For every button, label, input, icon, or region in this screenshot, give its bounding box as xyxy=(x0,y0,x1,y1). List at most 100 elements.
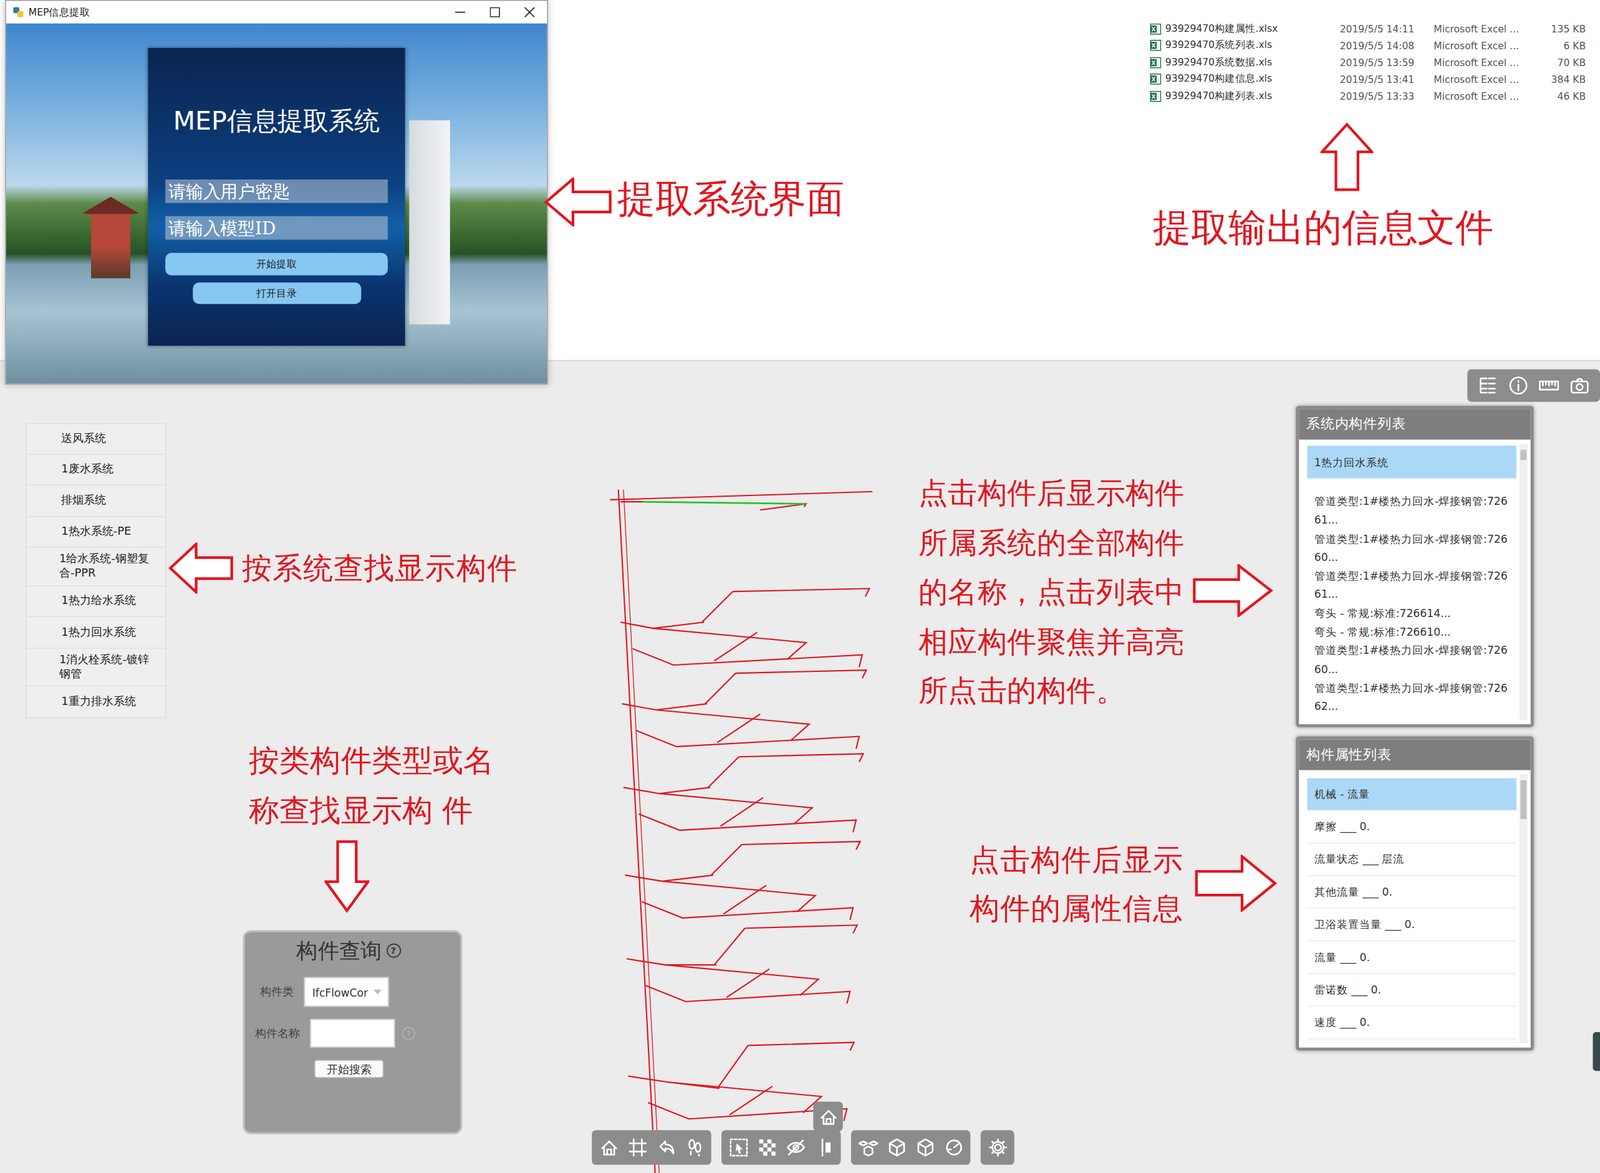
toolbar-button[interactable] xyxy=(910,1132,939,1163)
file-date: 2019/5/5 14:11 xyxy=(1339,23,1435,35)
system-item[interactable]: 1废水系统 xyxy=(25,454,167,486)
component-text: 管道类型:1#楼热力回水-焊接钢管:72661... xyxy=(1314,495,1508,527)
file-size: 46 KB xyxy=(1537,90,1586,102)
arrow-up-icon xyxy=(1320,122,1374,192)
toolbar-button[interactable] xyxy=(1567,374,1592,398)
file-row[interactable]: 93929470构建列表.xls2019/5/5 13:33Microsoft … xyxy=(1149,87,1591,105)
system-item[interactable]: 1热水系统-PE xyxy=(25,516,167,549)
cube-icon xyxy=(886,1137,907,1159)
key-input[interactable] xyxy=(165,179,388,204)
toolbar-button[interactable] xyxy=(680,1132,709,1163)
property-item[interactable]: 流量 ___ 0. xyxy=(1306,941,1516,974)
toolbar-button[interactable] xyxy=(623,1132,651,1163)
property-text: 流量 ___ 0. xyxy=(1314,950,1370,965)
toolbar-button[interactable] xyxy=(753,1132,781,1163)
property-item[interactable]: 流量状态 ___ 层流 xyxy=(1306,843,1516,877)
toolbar-group xyxy=(721,1130,841,1166)
system-item[interactable]: 1消火栓系统-镀锌钢管 xyxy=(25,648,167,688)
toolbar-button[interactable] xyxy=(1505,374,1531,398)
model-id-input[interactable] xyxy=(165,216,388,241)
component-item[interactable]: 管道类型:1#楼热力回水-焊接钢管:72660... xyxy=(1306,529,1516,567)
toolbar-button[interactable] xyxy=(939,1132,968,1163)
component-item[interactable]: 弯头 - 常规:标准:726610... xyxy=(1306,622,1516,641)
component-text: 管道类型:1#楼热力回水-焊接钢管:72660... xyxy=(1314,532,1508,564)
component-item[interactable]: 管道类型:1#楼热力回水-焊接钢管:72661... xyxy=(1306,491,1516,530)
component-item[interactable]: 管道类型:1#楼热力回水-焊接钢管:72660... xyxy=(1306,640,1516,679)
file-row[interactable]: 93929470构建属性.xlsx2019/5/5 14:11Microsoft… xyxy=(1149,20,1591,38)
class-label: 构件类 xyxy=(245,984,305,1001)
property-item[interactable]: 其他流量 ___ 0. xyxy=(1306,876,1516,910)
python-icon xyxy=(12,6,25,19)
property-item[interactable]: 摩擦 ___ 0. xyxy=(1306,811,1516,844)
property-item[interactable]: 卫浴装置当量 ___ 0. xyxy=(1306,909,1516,942)
search-button[interactable]: 开始搜索 xyxy=(314,1060,384,1079)
system-item[interactable]: 1热力回水系统 xyxy=(25,617,167,649)
bottom-toolbar xyxy=(591,1130,1015,1166)
toolbar-button[interactable] xyxy=(854,1132,882,1163)
app-heading: MEP信息提取系统 xyxy=(173,105,380,138)
toolbar-group xyxy=(851,1130,971,1166)
name-input[interactable] xyxy=(309,1019,395,1049)
file-date: 2019/5/5 13:33 xyxy=(1339,90,1435,102)
system-item[interactable]: 1给水系统-钢塑复合-PPR xyxy=(25,548,167,587)
excel-file-icon xyxy=(1149,56,1162,68)
ruler-icon xyxy=(1538,375,1560,396)
component-text: 1热力回水系统 xyxy=(1314,452,1389,472)
toolbar-button[interactable] xyxy=(983,1132,1012,1163)
arrow-left-icon xyxy=(168,543,234,595)
minimize-button[interactable] xyxy=(442,6,478,17)
minimize-icon xyxy=(455,6,466,17)
component-item[interactable]: 1热力回水系统 xyxy=(1306,445,1516,479)
close-button[interactable] xyxy=(512,6,548,17)
file-type: Microsoft Excel ... xyxy=(1433,56,1538,68)
toolbar-button[interactable] xyxy=(1537,374,1562,398)
scrollbar[interactable] xyxy=(1519,443,1528,721)
system-item[interactable]: 送风系统 xyxy=(25,423,167,455)
maximize-button[interactable] xyxy=(477,6,513,17)
system-item[interactable]: 1热力给水系统 xyxy=(25,586,167,618)
toolbar-button[interactable] xyxy=(882,1132,911,1163)
file-row[interactable]: 93929470构建信息.xls2019/5/5 13:41Microsoft … xyxy=(1149,71,1591,88)
annotation-line: 按系统查找显示构件 xyxy=(241,548,518,589)
class-select[interactable]: IfcFlowCor xyxy=(304,977,390,1008)
close-icon xyxy=(524,6,535,17)
property-item[interactable]: 速度 ___ 0. xyxy=(1306,1007,1516,1040)
annotation: 提取系统界面 xyxy=(617,176,844,224)
caret-down-icon xyxy=(372,989,381,996)
property-item[interactable]: 雷诺数 ___ 0. xyxy=(1306,974,1516,1008)
home-button[interactable] xyxy=(813,1101,843,1132)
toolbar-button[interactable] xyxy=(652,1132,680,1163)
toolbar-button[interactable] xyxy=(809,1132,838,1163)
toolbar-button[interactable] xyxy=(594,1132,623,1163)
toolbar-button[interactable] xyxy=(724,1132,752,1163)
property-item[interactable]: 机械 - 流量 xyxy=(1306,778,1516,812)
scrollbar[interactable] xyxy=(1519,774,1528,1044)
component-item[interactable]: 弯头 - 常规:标准:726614... xyxy=(1306,603,1516,623)
open-folder-button[interactable]: 打开目录 xyxy=(192,282,361,304)
excel-file-icon xyxy=(1149,39,1162,52)
window-title: MEP信息提取 xyxy=(28,5,90,19)
annotation-line: 提取输出的信息文件 xyxy=(1152,205,1493,252)
arrow-left-icon xyxy=(543,177,613,227)
help-badge[interactable]: ? xyxy=(385,944,401,959)
property-text: 速度 ___ 0. xyxy=(1314,1015,1370,1031)
file-row[interactable]: 93929470系统列表.xls2019/5/5 14:08Microsoft … xyxy=(1149,37,1591,55)
query-title: 构件查询 xyxy=(296,935,382,967)
system-item[interactable]: 1重力排水系统 xyxy=(25,687,167,719)
annotation-line: 所点击的构件。 xyxy=(918,666,1185,717)
class-value: IfcFlowCor xyxy=(312,986,368,999)
file-row[interactable]: 93929470系统数据.xls2019/5/5 13:59Microsoft … xyxy=(1149,54,1591,72)
property-text: 雷诺数 ___ 0. xyxy=(1314,983,1382,998)
start-button[interactable]: 开始提取 xyxy=(165,253,388,276)
component-item[interactable]: 管道类型:1#楼热力回水-焊接钢管:72661... xyxy=(1306,566,1516,605)
toolbar-group xyxy=(980,1130,1015,1166)
help-badge[interactable]: ? xyxy=(402,1026,416,1041)
side-tab[interactable] xyxy=(1593,1032,1600,1072)
toolbar-button[interactable] xyxy=(781,1132,810,1163)
annotation-line: 相应构件聚焦并高亮 xyxy=(918,617,1185,668)
toolbar-button[interactable] xyxy=(1475,374,1500,398)
feet-icon xyxy=(684,1137,705,1159)
component-item[interactable]: 管道类型:1#楼热力回水-焊接钢管:72662... xyxy=(1306,678,1516,716)
component-text: 管道类型:1#楼热力回水-焊接钢管:72660... xyxy=(1314,644,1508,676)
system-item[interactable]: 排烟系统 xyxy=(25,485,167,517)
